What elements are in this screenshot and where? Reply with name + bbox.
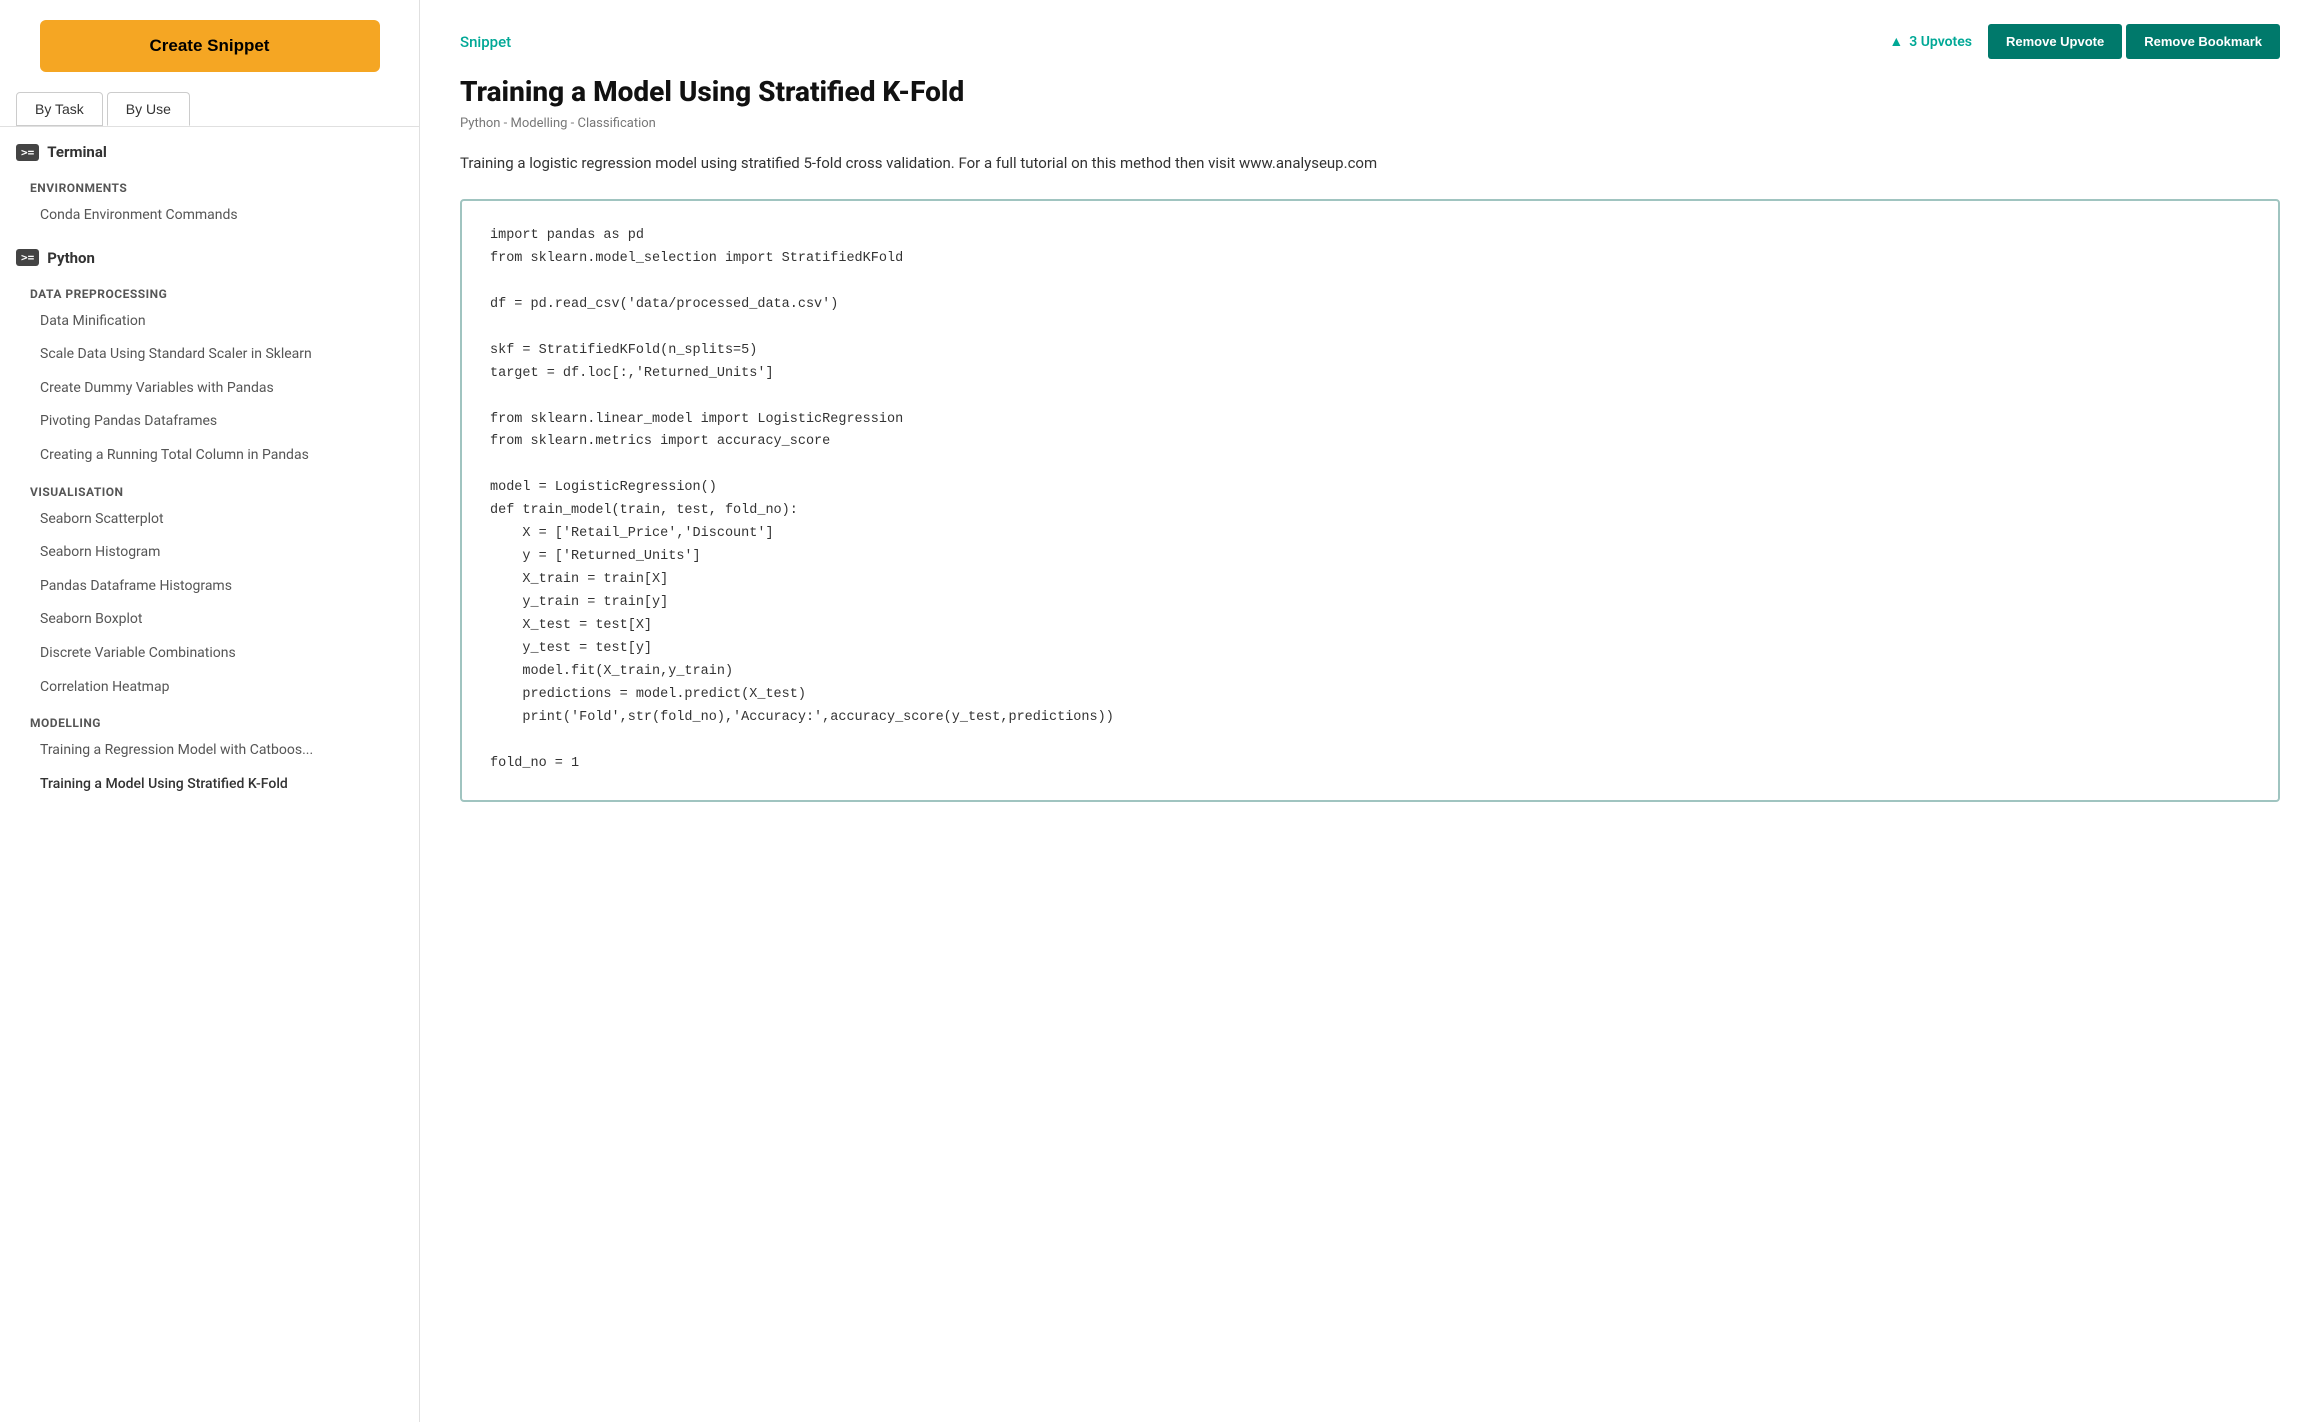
snippet-meta: Python - Modelling - Classification <box>460 116 2280 131</box>
app-layout: Create Snippet By Task By Use >= Termina… <box>0 0 2320 1422</box>
upvote-area: ▲ 3 Upvotes <box>1889 33 1972 50</box>
sidebar: Create Snippet By Task By Use >= Termina… <box>0 0 420 1422</box>
tab-by-use[interactable]: By Use <box>107 92 190 126</box>
remove-bookmark-button[interactable]: Remove Bookmark <box>2126 24 2280 59</box>
visualisation-label: VISUALISATION <box>0 473 419 503</box>
data-preprocessing-label: DATA PREPROCESSING <box>0 275 419 305</box>
sidebar-item-seaborn-scatter[interactable]: Seaborn Scatterplot <box>0 503 419 537</box>
modelling-label: MODELLING <box>0 704 419 734</box>
sidebar-item-data-minification[interactable]: Data Minification <box>0 305 419 339</box>
sidebar-item-catboost[interactable]: Training a Regression Model with Catboos… <box>0 734 419 768</box>
sidebar-item-scale-data[interactable]: Scale Data Using Standard Scaler in Skle… <box>0 338 419 372</box>
remove-upvote-button[interactable]: Remove Upvote <box>1988 24 2122 59</box>
code-block: import pandas as pd from sklearn.model_s… <box>460 199 2280 802</box>
snippet-label: Snippet <box>460 33 511 51</box>
sidebar-item-running-total[interactable]: Creating a Running Total Column in Panda… <box>0 439 419 473</box>
snippet-title: Training a Model Using Stratified K-Fold <box>460 75 2280 108</box>
sidebar-item-seaborn-boxplot[interactable]: Seaborn Boxplot <box>0 603 419 637</box>
python-icon: >= <box>16 249 39 266</box>
sidebar-item-seaborn-histogram[interactable]: Seaborn Histogram <box>0 536 419 570</box>
sidebar-item-pandas-histograms[interactable]: Pandas Dataframe Histograms <box>0 570 419 604</box>
terminal-icon: >= <box>16 144 39 161</box>
sidebar-item-conda[interactable]: Conda Environment Commands <box>0 199 419 233</box>
sidebar-item-pivoting[interactable]: Pivoting Pandas Dataframes <box>0 405 419 439</box>
create-snippet-button[interactable]: Create Snippet <box>40 20 380 72</box>
snippet-header-row: Snippet ▲ 3 Upvotes Remove Upvote Remove… <box>460 24 2280 59</box>
environments-category-label: ENVIRONMENTS <box>0 169 419 199</box>
action-buttons: Remove Upvote Remove Bookmark <box>1988 24 2280 59</box>
sidebar-item-stratified-kfold[interactable]: Training a Model Using Stratified K-Fold <box>0 768 419 802</box>
upvote-triangle-icon: ▲ <box>1889 33 1903 50</box>
python-section-header[interactable]: >= Python <box>0 233 419 275</box>
sidebar-item-dummy-vars[interactable]: Create Dummy Variables with Pandas <box>0 372 419 406</box>
sidebar-item-discrete-vars[interactable]: Discrete Variable Combinations <box>0 637 419 671</box>
sidebar-item-correlation-heatmap[interactable]: Correlation Heatmap <box>0 671 419 705</box>
snippet-description: Training a logistic regression model usi… <box>460 151 2280 175</box>
terminal-section-label: Terminal <box>47 143 107 161</box>
main-content: Snippet ▲ 3 Upvotes Remove Upvote Remove… <box>420 0 2320 1422</box>
tabs-row: By Task By Use <box>0 92 419 127</box>
right-header-group: ▲ 3 Upvotes Remove Upvote Remove Bookmar… <box>1889 24 2280 59</box>
terminal-section-header[interactable]: >= Terminal <box>0 127 419 169</box>
tab-by-task[interactable]: By Task <box>16 92 103 126</box>
upvotes-count: 3 Upvotes <box>1909 34 1972 50</box>
python-section-label: Python <box>47 249 95 267</box>
